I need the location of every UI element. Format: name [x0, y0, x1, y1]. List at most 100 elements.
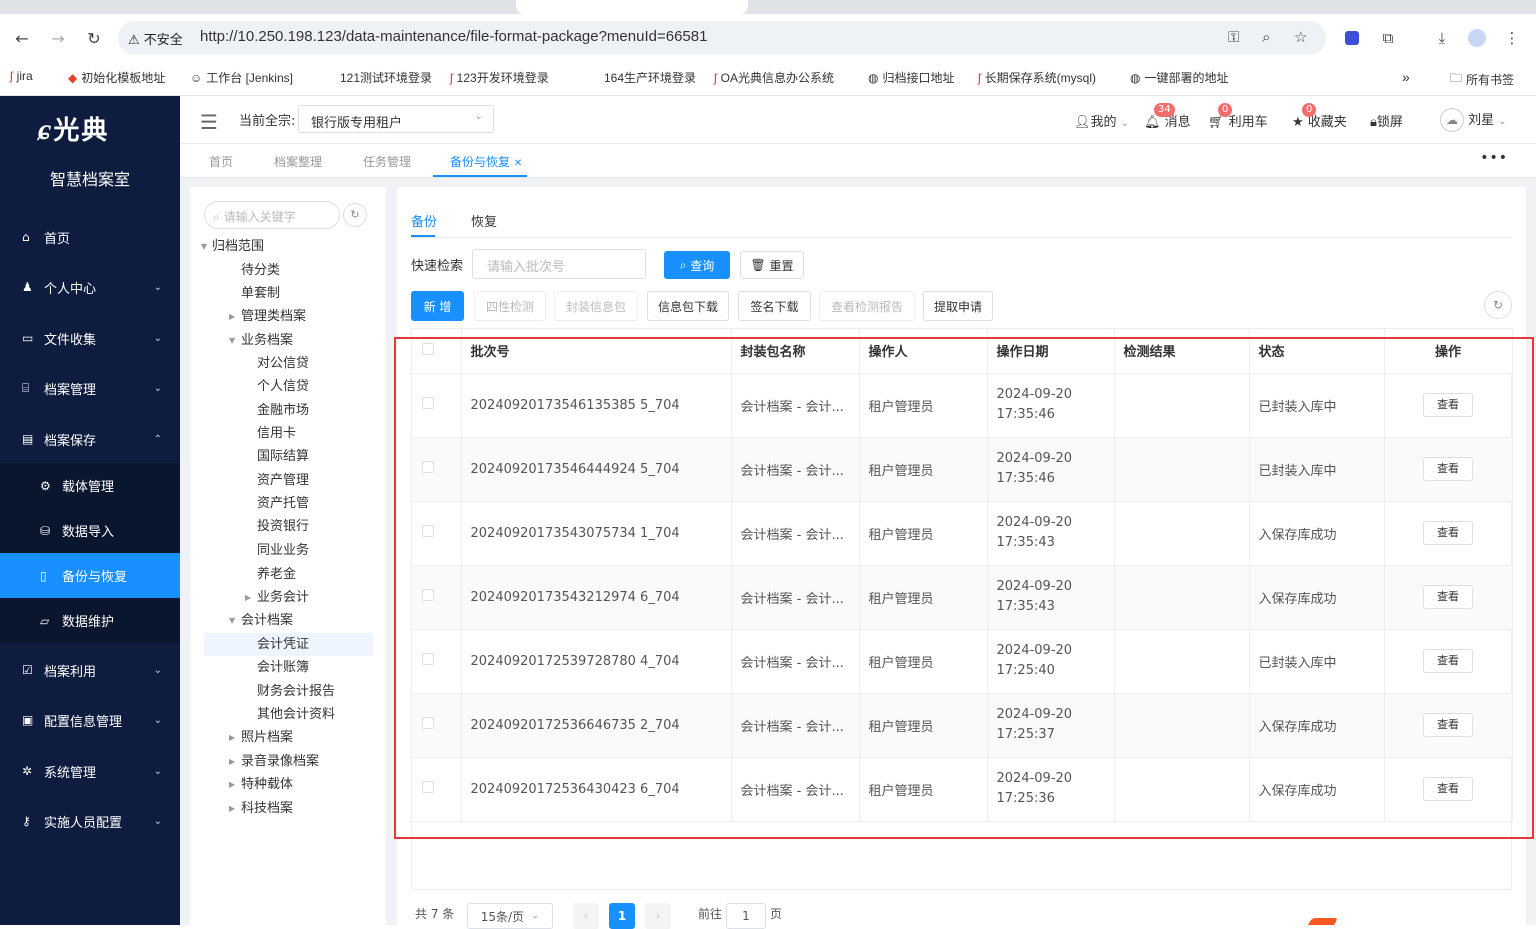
- mine-menu[interactable]: 👤︎我的 ⌄: [1074, 111, 1129, 130]
- sidebar-item-personal[interactable]: ♟ 个人中心 ⌄: [0, 264, 180, 310]
- extension-icon[interactable]: [1340, 26, 1364, 50]
- tree-node[interactable]: 金融市场: [257, 399, 309, 422]
- tree-node[interactable]: 个人信贷: [257, 375, 309, 398]
- tag-backup[interactable]: 备份与恢复 ✕: [450, 153, 522, 170]
- sidebar-item-config[interactable]: ▣ 配置信息管理 ⌄: [0, 697, 180, 743]
- tree-node[interactable]: 会计账簿: [257, 656, 309, 679]
- refresh-icon[interactable]: ↻: [343, 203, 367, 227]
- sidebar-item-maintain[interactable]: ▱ 数据维护: [0, 598, 180, 643]
- bookmark[interactable]: ☺ 工作台 [Jenkins]: [190, 69, 293, 86]
- tab-backup[interactable]: 备份: [411, 211, 437, 230]
- tree-node[interactable]: 国际结算: [257, 445, 309, 468]
- tree-node-selected[interactable]: 会计凭证: [204, 633, 373, 656]
- profile-icon[interactable]: [1465, 26, 1489, 50]
- tree-node[interactable]: ▶ 照片档案: [229, 726, 293, 749]
- bookmark[interactable]: ◍ 归档接口地址: [868, 69, 955, 86]
- tree-node[interactable]: ▼ 业务档案: [229, 329, 293, 352]
- tab-restore[interactable]: 恢复: [471, 211, 497, 230]
- row-checkbox[interactable]: [412, 693, 462, 758]
- select-all-checkbox[interactable]: [412, 329, 462, 374]
- tag-home[interactable]: 首页: [209, 153, 233, 170]
- row-checkbox[interactable]: [412, 629, 462, 694]
- batch-number-input[interactable]: 请输入批次号: [472, 249, 646, 279]
- row-checkbox[interactable]: [412, 501, 462, 566]
- page-number-current[interactable]: 1: [609, 903, 635, 929]
- view-button[interactable]: 查看: [1423, 521, 1473, 545]
- bookmark[interactable]: ʃ jira: [10, 69, 33, 83]
- cart[interactable]: 🛒︎ 0 利用车: [1208, 103, 1268, 130]
- all-bookmarks[interactable]: 🗀 所有书签: [1450, 69, 1514, 90]
- more-icon[interactable]: •••: [1480, 150, 1508, 166]
- bookmark[interactable]: ◍ 一键部署的地址: [1130, 69, 1229, 86]
- tree-node[interactable]: ▶ 特种载体: [229, 773, 293, 796]
- sidebar-item-implement[interactable]: ⚷ 实施人员配置 ⌄: [0, 798, 180, 844]
- tree-node[interactable]: 养老金: [257, 563, 296, 586]
- browser-tab[interactable]: [988, 0, 1220, 14]
- forward-icon[interactable]: →: [46, 26, 70, 50]
- tree-node[interactable]: 其他会计资料: [257, 703, 335, 726]
- bookmark[interactable]: 121测试环境登录: [340, 69, 432, 86]
- sidebar-item-archive-save[interactable]: ▤ 档案保存 ⌃: [0, 416, 180, 462]
- bookmark[interactable]: ʃ 123开发环境登录: [450, 69, 549, 86]
- back-icon[interactable]: ←: [10, 26, 34, 50]
- sidebar-item-collect[interactable]: ▭ 文件收集 ⌄: [0, 315, 180, 361]
- tree-node[interactable]: 单套制: [241, 282, 280, 305]
- favorites[interactable]: ★ 0 收藏夹: [1292, 103, 1347, 130]
- browser-tab[interactable]: [752, 0, 984, 14]
- row-checkbox[interactable]: [412, 373, 462, 438]
- tag-task[interactable]: 任务管理: [363, 153, 411, 170]
- view-button[interactable]: 查看: [1423, 649, 1473, 673]
- tenant-select[interactable]: 银行版专用租户 ⌄: [298, 105, 494, 133]
- prev-page-icon[interactable]: ‹: [573, 903, 599, 929]
- view-button[interactable]: 查看: [1423, 585, 1473, 609]
- add-button[interactable]: 新 增: [411, 291, 464, 321]
- zoom-icon[interactable]: ⌕: [1262, 28, 1270, 46]
- sidebar-item-backup[interactable]: ▯ 备份与恢复: [0, 553, 180, 598]
- view-button[interactable]: 查看: [1423, 457, 1473, 481]
- close-icon[interactable]: ✕: [514, 158, 522, 169]
- row-checkbox[interactable]: [412, 757, 462, 822]
- omnibox[interactable]: ⚠ 不安全 http://10.250.198.123/data-mainten…: [118, 21, 1326, 55]
- page-size-select[interactable]: 15条/页 ⌄: [467, 903, 553, 929]
- tree-node[interactable]: ▶ 管理类档案: [229, 305, 306, 328]
- extract-request-button[interactable]: 提取申请: [923, 291, 993, 321]
- package-download-button[interactable]: 信息包下载: [647, 291, 729, 321]
- next-page-icon[interactable]: ›: [645, 903, 671, 929]
- key-icon[interactable]: ⚿: [1228, 28, 1239, 46]
- browser-tab-active[interactable]: [516, 0, 748, 14]
- browser-tab[interactable]: [262, 0, 512, 14]
- security-warning[interactable]: ⚠ 不安全: [128, 29, 183, 48]
- bookmark[interactable]: 164生产环境登录: [604, 69, 696, 86]
- row-checkbox[interactable]: [412, 437, 462, 502]
- package-button[interactable]: 封装信息包: [554, 291, 638, 321]
- tag-arrange[interactable]: 档案整理: [274, 153, 322, 170]
- url-text[interactable]: http://10.250.198.123/data-maintenance/f…: [200, 28, 707, 45]
- bookmark[interactable]: ◆ 初始化模板地址: [68, 69, 165, 86]
- tree-node[interactable]: ▼ 会计档案: [229, 609, 293, 632]
- tree-node[interactable]: ▼ 归档范围: [201, 235, 264, 258]
- row-checkbox[interactable]: [412, 565, 462, 630]
- sidebar-item-utilize[interactable]: ☑ 档案利用 ⌄: [0, 647, 180, 693]
- reload-icon[interactable]: ↻: [82, 26, 106, 50]
- bookmark[interactable]: ʃ OA光典信息办公系统: [714, 69, 834, 86]
- tree-node[interactable]: ▶ 业务会计: [245, 586, 309, 609]
- tree-node[interactable]: 财务会计报告: [257, 680, 335, 703]
- reset-button[interactable]: 🗑︎ 重置: [740, 251, 804, 279]
- sidebar-item-home[interactable]: ⌂ 首页: [0, 214, 180, 260]
- tree-search-input[interactable]: ⌕ 请输入关键字: [204, 201, 340, 229]
- browser-tab[interactable]: [6, 0, 256, 14]
- tree-node[interactable]: 待分类: [241, 259, 280, 282]
- view-report-button[interactable]: 查看检测报告: [819, 291, 915, 321]
- tree-node[interactable]: 资产托管: [257, 492, 309, 515]
- user-menu[interactable]: ☁ 刘星 ⌄: [1440, 108, 1507, 132]
- hamburger-icon[interactable]: ☰: [200, 110, 218, 134]
- tree-node[interactable]: 信用卡: [257, 422, 296, 445]
- four-check-button[interactable]: 四性检测: [474, 291, 546, 321]
- puzzle-icon[interactable]: ⧉: [1376, 26, 1400, 50]
- tree-node[interactable]: 资产管理: [257, 469, 309, 492]
- star-icon[interactable]: ☆: [1294, 28, 1307, 46]
- view-button[interactable]: 查看: [1423, 777, 1473, 801]
- messages[interactable]: 🔔︎ 34 消息: [1144, 103, 1191, 130]
- sidebar-item-system[interactable]: ✲ 系统管理 ⌄: [0, 748, 180, 794]
- sidebar-item-carrier[interactable]: ⚙ 载体管理: [0, 463, 180, 508]
